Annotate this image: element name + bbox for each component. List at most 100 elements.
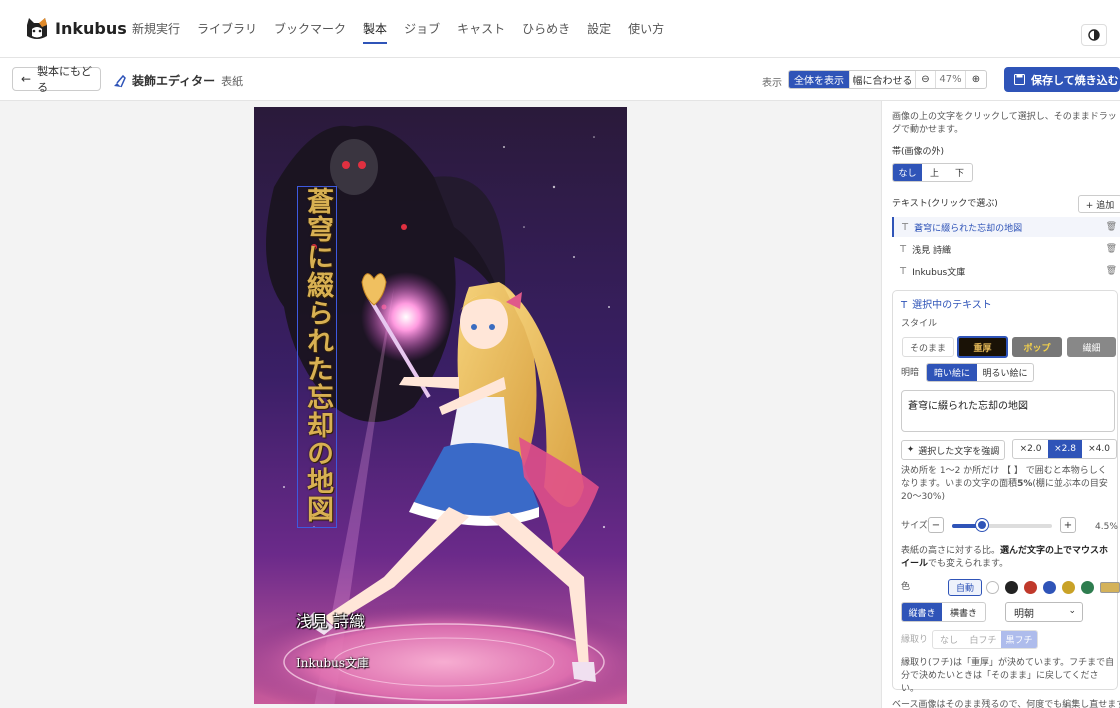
scale-4-0-button[interactable]: ×4.0 [1082,440,1116,458]
trash-icon[interactable]: 🗑 [1106,266,1117,276]
editor-toolbar: ← 製本にもどる 装飾エディター 表紙 表示 全体を表示 幅に合わせる ⊖ 47… [0,58,1120,101]
nav-item-jobs[interactable]: ジョブ [404,20,440,40]
app-brand[interactable]: Inkubus [55,19,127,38]
size-label: サイズ [901,521,928,531]
outline-white-button[interactable]: 白フチ [965,631,1001,648]
size-note-tail: でも変えられます。 [928,559,1009,569]
cover-author-text[interactable]: 浅見 詩織 [296,608,365,632]
zoom-level: 47% [936,71,966,88]
scale-2-0-button[interactable]: ×2.0 [1013,440,1048,458]
emphasis-scale-options: ×2.0 ×2.8 ×4.0 [1012,439,1117,459]
vertical-writing-button[interactable]: 縦書き [902,603,942,621]
color-swatch[interactable] [1005,581,1018,594]
theme-toggle-button[interactable] [1081,24,1107,46]
view-controls: 全体を表示 幅に合わせる ⊖ 47% ⊕ [788,70,987,89]
top-navigation: Inkubus 新規実行 ライブラリ ブックマーク 製本 ジョブ キャスト ひら… [0,0,1120,58]
band-label: 帯(画像の外) [892,147,945,157]
contrast-label: 明暗 [901,368,920,378]
emphasize-selection-button[interactable]: ✦ 選択した文字を強調 [901,440,1005,460]
scale-2-8-button[interactable]: ×2.8 [1048,440,1082,458]
save-icon [1014,74,1025,85]
style-delicate-button[interactable]: 繊細 [1067,337,1116,357]
text-type-icon: T [900,265,907,277]
nav-item-help[interactable]: 使い方 [628,20,664,40]
color-auto-button[interactable]: 自動 [948,579,982,596]
text-type-icon: T [901,300,908,311]
color-label: 色 [901,582,911,592]
zoom-out-icon: ⊖ [921,74,930,85]
panel-hint: 画像の上の文字をクリックして選択し、そのままドラッグで動かせます。 [892,112,1117,135]
selected-text-header: T 選択中のテキスト [901,299,992,312]
color-swatch[interactable] [1043,581,1056,594]
trash-icon[interactable]: 🗑 [1106,222,1117,232]
sparkle-icon: ✦ [906,445,915,455]
cover-publisher-text[interactable]: Inkubus文庫 [296,654,369,671]
nav-item-library[interactable]: ライブラリ [197,20,257,40]
size-slider-handle[interactable] [976,519,988,531]
color-swatch[interactable] [1062,581,1075,594]
trash-icon[interactable]: 🗑 [1106,244,1117,254]
nav-item-ideas[interactable]: ひらめき [522,20,570,40]
nav-item-new-run[interactable]: 新規実行 [132,20,180,40]
save-and-bake-button[interactable]: 保存して焼き込む [1004,67,1120,92]
editor-title-label: 装飾エディター [132,74,216,88]
minus-icon: − [931,519,941,531]
nav-item-binding[interactable]: 製本 [363,20,388,44]
cat-logo-icon [27,18,47,39]
nav-item-cast[interactable]: キャスト [457,20,505,40]
editor-subtitle: 表紙 [221,74,244,88]
style-plain-button[interactable]: そのまま [902,337,954,357]
style-heavy-button[interactable]: 重厚 [957,336,1008,358]
text-list-label: 浅見 詩織 [912,245,951,256]
text-type-icon: T [900,243,907,255]
selected-text-card: T 選択中のテキスト スタイル そのまま 重厚 ポップ 繊細 明暗 暗い絵に 明る… [892,290,1120,694]
cover-title-text[interactable]: 蒼穹に綴られた忘却の地図 [297,186,337,528]
contrast-light-button[interactable]: 明るい絵に [977,364,1033,381]
zoom-out-button[interactable]: ⊖ [916,71,936,88]
size-value: 4.5% [1095,522,1118,532]
view-label: 表示 [762,78,782,89]
outline-none-button[interactable]: なし [933,631,965,648]
outline-label: 縁取り [901,635,929,645]
brush-icon [114,74,126,87]
fit-all-button[interactable]: 全体を表示 [789,71,850,88]
text-list-item[interactable]: T Inkubus文庫 🗑 [892,261,1120,281]
contrast-dark-button[interactable]: 暗い絵に [927,364,977,381]
text-list-item[interactable]: T 浅見 詩織 🗑 [892,239,1120,259]
color-swatch[interactable] [986,581,999,594]
back-to-binding-button[interactable]: ← 製本にもどる [12,65,101,94]
color-swatch[interactable] [1081,581,1094,594]
band-none-button[interactable]: なし [893,164,922,181]
band-bottom-button[interactable]: 下 [947,164,972,181]
main-nav: 新規実行 ライブラリ ブックマーク 製本 ジョブ キャスト ひらめき 設定 使い… [132,20,681,44]
band-top-button[interactable]: 上 [922,164,947,181]
emphasize-label: 選択した文字を強調 [918,446,1000,457]
nav-item-settings[interactable]: 設定 [587,20,611,40]
outline-black-button[interactable]: 黒フチ [1001,631,1037,648]
horizontal-writing-button[interactable]: 横書き [942,603,985,621]
size-note: 表紙の高さに対する比。選んだ文字の上でマウスホイールでも変えられます。 [901,545,1115,571]
outline-options: なし 白フチ 黒フチ [932,630,1038,649]
text-content-input[interactable]: 蒼穹に綴られた忘却の地図 [901,390,1115,432]
outline-note: 縁取り(フチ)は「重厚」が決めています。フチまで自分で決めたいときは「そのまま」… [901,658,1115,694]
editor-title: 装飾エディター 表紙 [112,72,243,89]
footer-note: ベース画像はそのまま残るので、何度でも編集し直せます。文 [892,700,1120,708]
plus-icon: + [1063,519,1073,531]
style-pop-button[interactable]: ポップ [1012,337,1062,357]
size-note-text: 表紙の高さに対する比。 [901,546,1001,556]
color-swatch[interactable] [1024,581,1037,594]
color-swatch[interactable] [1100,582,1120,593]
size-decrease-button[interactable]: − [928,517,944,533]
size-increase-button[interactable]: + [1060,517,1076,533]
area-percent: 5% [1017,479,1033,489]
writing-mode-options: 縦書き 横書き [901,602,986,622]
add-text-button[interactable]: + 追加 [1078,195,1120,213]
text-list-item[interactable]: T 蒼穹に綴られた忘却の地図 🗑 [892,217,1120,237]
contrast-options: 暗い絵に 明るい絵に [926,363,1034,382]
nav-item-bookmarks[interactable]: ブックマーク [274,20,346,40]
zoom-in-button[interactable]: ⊕ [966,71,986,88]
properties-panel: 画像の上の文字をクリックして選択し、そのままドラッグで動かせます。 帯(画像の外… [881,101,1120,708]
font-select[interactable]: 明朝 ⌄ [1005,602,1083,622]
save-label: 保存して焼き込む [1031,73,1119,87]
fit-width-button[interactable]: 幅に合わせる [850,71,916,88]
